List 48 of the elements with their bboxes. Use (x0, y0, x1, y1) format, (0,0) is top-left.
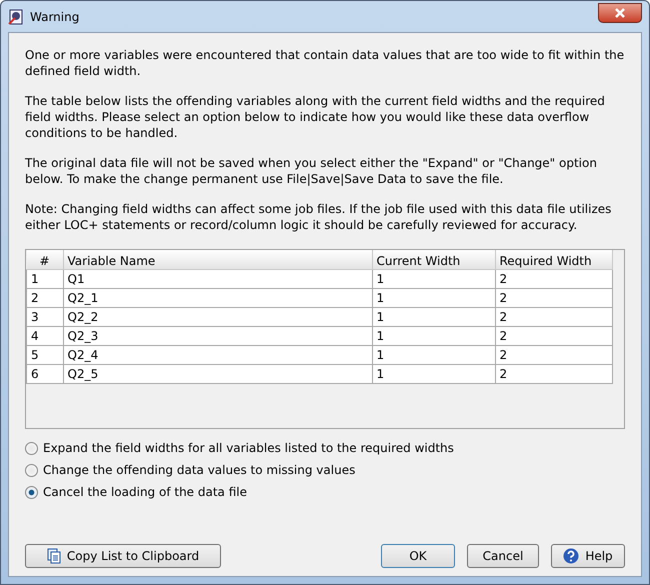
table-cell: 1 (372, 346, 495, 364)
table-cell: 2 (495, 364, 612, 384)
option-label[interactable]: Expand the field widths for all variables listed to the required widths (43, 441, 454, 455)
table-cell: 1 (372, 270, 495, 288)
message-text: Note: Changing field widths can affect some job files. If the job file used with this data file utilizes either LOC+ statements or record/column logic it should be carefully reviewed for accuracy. (25, 201, 612, 233)
table-cell: 2 (495, 270, 612, 288)
window-title: Warning (30, 10, 80, 24)
table-cell: 1 (372, 364, 495, 384)
table-cell: Q2_5 (63, 364, 372, 384)
message-text: One or more variables were encountered that contain data values that are too wide to fit within the defined field width. (25, 47, 625, 79)
table-cell: Q2_2 (63, 308, 372, 326)
table-cell: 2 (495, 308, 612, 326)
message-text: The table below lists the offending variables along with the current field widths and the required field widths. Please select an option below to indicate how you would like these data overflow conditions to be handled. (25, 93, 606, 141)
table-cell: 5 (26, 346, 63, 364)
column-header[interactable]: Current Width (372, 250, 495, 270)
help-icon (563, 548, 580, 564)
radio-button[interactable] (25, 442, 38, 454)
column-header[interactable]: Required Width (495, 250, 612, 270)
table-cell: Q1 (63, 270, 372, 288)
column-header[interactable]: # (26, 250, 63, 270)
ok-button[interactable]: OK (381, 544, 455, 568)
table-cell: 1 (372, 288, 495, 308)
table-cell: 1 (372, 308, 495, 326)
table-cell: Q2_3 (63, 326, 372, 346)
table-cell: 2 (495, 326, 612, 346)
message-text: The original data file will not be saved when you select either the "Expand" or "Change" option below. To make the change permanent use File|Save|Save Data to save the file. (25, 155, 598, 187)
clipboard-icon (46, 548, 61, 564)
close-button[interactable] (598, 2, 642, 22)
close-icon (615, 8, 625, 18)
table-cell: 1 (372, 326, 495, 346)
app-icon (8, 8, 24, 24)
table-cell: 1 (26, 270, 63, 288)
help-button[interactable]: Help (551, 544, 625, 568)
radio-button[interactable] (25, 464, 38, 476)
column-header[interactable]: Variable Name (63, 250, 372, 270)
table-cell: 4 (26, 326, 63, 346)
table-cell: 2 (26, 288, 63, 308)
option-label[interactable]: Cancel the loading of the data file (43, 485, 247, 499)
table-cell: 6 (26, 364, 63, 384)
table-cell: 3 (26, 308, 63, 326)
cancel-button[interactable]: Cancel (467, 544, 539, 568)
table-cell: 2 (495, 288, 612, 308)
copy-button[interactable]: Copy List to Clipboard (25, 544, 221, 568)
table-cell: Q2_1 (63, 288, 372, 308)
radio-button[interactable] (25, 486, 38, 498)
table-cell: 2 (495, 346, 612, 364)
table-cell: Q2_4 (63, 346, 372, 364)
option-label[interactable]: Change the offending data values to missing values (43, 463, 356, 477)
